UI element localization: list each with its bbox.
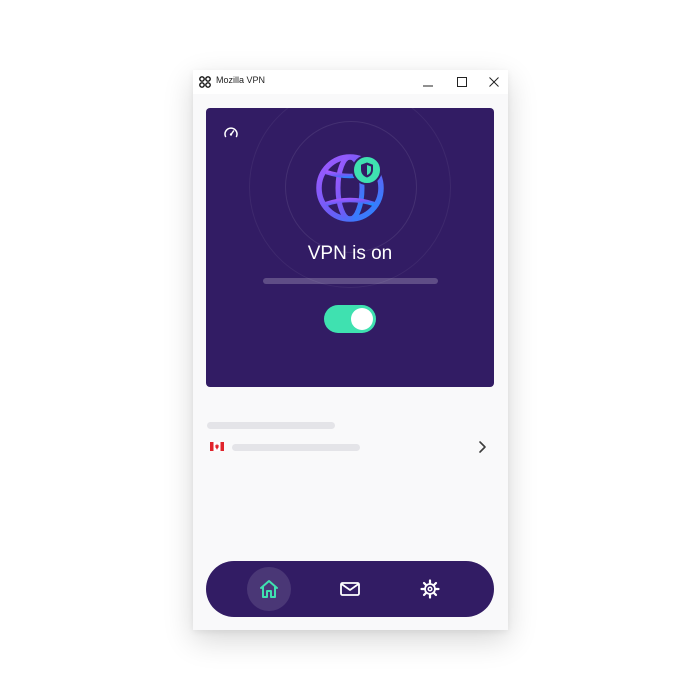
vpn-toggle[interactable]	[324, 305, 376, 333]
nav-home-button[interactable]	[247, 567, 291, 611]
chevron-right-icon	[479, 441, 486, 453]
home-icon	[260, 580, 278, 598]
nav-messages-button[interactable]	[328, 567, 372, 611]
title-bar[interactable]: Mozilla VPN	[193, 70, 508, 94]
minimize-button[interactable]	[412, 70, 444, 94]
connection-hero-panel: VPN is on	[206, 108, 494, 387]
maximize-button[interactable]	[446, 70, 478, 94]
location-heading-placeholder	[207, 422, 335, 429]
messages-icon	[340, 582, 360, 596]
minimize-icon	[423, 85, 433, 87]
server-location-selector[interactable]	[203, 435, 498, 461]
toggle-knob	[351, 308, 373, 330]
server-location-name-placeholder	[232, 444, 360, 451]
canada-flag-icon	[210, 442, 224, 451]
close-icon	[489, 77, 499, 87]
mozilla-vpn-logo-icon	[199, 76, 211, 88]
connection-status-subtitle-placeholder	[263, 278, 438, 284]
window-title: Mozilla VPN	[216, 75, 266, 85]
maximize-icon	[457, 77, 467, 87]
nav-settings-button[interactable]	[408, 567, 452, 611]
speed-gauge-icon[interactable]	[223, 125, 239, 141]
settings-icon	[420, 579, 440, 599]
bottom-navigation-bar	[206, 561, 494, 617]
app-window: Mozilla VPN VPN is on	[193, 70, 508, 630]
close-button[interactable]	[478, 70, 508, 94]
connection-status-title: VPN is on	[307, 243, 393, 264]
shield-icon	[352, 155, 382, 185]
